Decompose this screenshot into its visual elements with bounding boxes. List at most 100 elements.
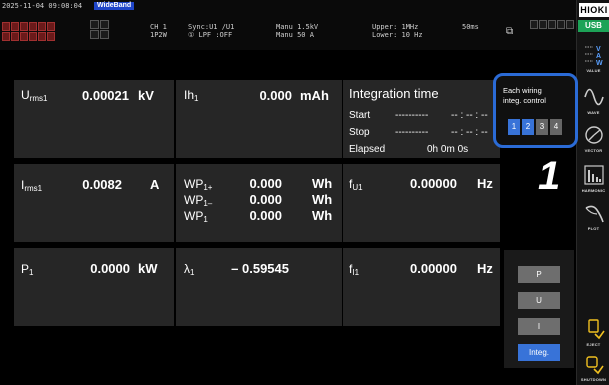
eject-icon bbox=[587, 319, 605, 340]
bandwidth-badge: WideBand bbox=[94, 2, 135, 10]
sidebar-item-eject[interactable]: EJECT bbox=[579, 316, 608, 350]
brand-logo: HIOKI bbox=[579, 3, 609, 17]
wiring-2-button[interactable]: 2 bbox=[522, 119, 534, 135]
value-icon: V A W bbox=[584, 46, 603, 66]
irms-label: Irms1 bbox=[21, 178, 43, 193]
start-label: Start bbox=[349, 110, 371, 121]
vector-icon bbox=[584, 126, 603, 144]
stop-value: -- : -- : -- bbox=[451, 127, 488, 138]
wp-total-value: 0.000 bbox=[249, 208, 282, 223]
panel-urms[interactable]: Urms1 0.00021 kV bbox=[14, 80, 174, 158]
sidebar: HIOKI USB V A W VALUE WAVE VECTOR HARMON… bbox=[576, 0, 609, 385]
elapsed-label: Elapsed bbox=[349, 144, 386, 155]
sidebar-item-shutdown[interactable]: SHUTDOWN bbox=[579, 351, 608, 385]
urms-label: Urms1 bbox=[21, 88, 48, 103]
shutdown-icon bbox=[585, 356, 604, 375]
wiring-3-button[interactable]: 3 bbox=[536, 119, 548, 135]
fi-unit: Hz bbox=[477, 261, 493, 276]
stop-dashes: ---------- bbox=[395, 127, 429, 138]
sidebar-item-plot[interactable]: PLOT bbox=[579, 196, 608, 234]
fi-value: 0.00000 bbox=[410, 261, 457, 276]
lambda-label: λ1 bbox=[184, 262, 195, 277]
p-unit: kW bbox=[138, 261, 158, 276]
ih-unit: mAh bbox=[300, 88, 329, 103]
wiring-buttons: 1 2 3 4 bbox=[508, 119, 562, 135]
wp-plus-label: WP1+ bbox=[184, 177, 213, 192]
panel-ih[interactable]: Ih1 0.000 mAh bbox=[176, 80, 342, 158]
fu-label: fU1 bbox=[349, 177, 363, 192]
wiring-4-button[interactable]: 4 bbox=[550, 119, 562, 135]
plot-icon bbox=[585, 205, 604, 223]
wiring-integ-control[interactable]: Each wiring integ. control 1 2 3 4 bbox=[493, 73, 578, 148]
usb-indicator: USB bbox=[578, 20, 609, 32]
panel-wp[interactable]: WP1+ 0.000 Wh WP1– 0.000 Wh WP1 0.000 Wh bbox=[176, 164, 342, 242]
panel-fi[interactable]: fI1 0.00000 Hz bbox=[343, 248, 500, 326]
channel-label: CH 1 bbox=[150, 23, 167, 31]
wp-plus-unit: Wh bbox=[312, 176, 333, 191]
ih-value: 0.000 bbox=[259, 88, 292, 103]
wave-icon bbox=[583, 88, 604, 106]
irms-unit: A bbox=[150, 177, 160, 192]
sidebar-item-label: SHUTDOWN bbox=[580, 377, 607, 382]
status-bar: 2025-11-04 09:08:04 WideBand CH 1 1P2W S… bbox=[0, 0, 576, 50]
sidebar-item-label: VALUE bbox=[586, 68, 601, 73]
range-indicator-grid bbox=[2, 22, 55, 41]
svg-text:A: A bbox=[596, 53, 601, 60]
sidebar-item-value[interactable]: V A W VALUE bbox=[579, 40, 608, 76]
measurement-area: Urms1 0.00021 kV Ih1 0.000 mAh Integrati… bbox=[0, 50, 576, 385]
channel-indicator-grid bbox=[90, 20, 109, 39]
select-p-button[interactable]: P bbox=[518, 266, 560, 283]
p-label: P1 bbox=[21, 262, 34, 277]
wp-plus-value: 0.000 bbox=[249, 176, 282, 191]
elapsed-value: 0h 0m 0s bbox=[427, 144, 469, 155]
network-icon: ⧉ bbox=[506, 26, 514, 37]
sidebar-item-vector[interactable]: VECTOR bbox=[579, 118, 608, 156]
sidebar-item-label: VECTOR bbox=[584, 148, 603, 153]
panel-irms[interactable]: Irms1 0.0082 A bbox=[14, 164, 174, 242]
integration-title: Integration time bbox=[349, 86, 439, 101]
select-integ-button[interactable]: Integ. bbox=[518, 344, 560, 361]
harmonic-icon bbox=[583, 165, 604, 185]
select-u-button[interactable]: U bbox=[518, 292, 560, 309]
wp-total-label: WP1 bbox=[184, 209, 208, 224]
sidebar-item-label: WAVE bbox=[587, 110, 600, 115]
stop-label: Stop bbox=[349, 127, 370, 138]
panel-integration-time: Integration time Start ---------- -- : -… bbox=[343, 80, 500, 158]
lpf-label: ① LPF :OFF bbox=[188, 31, 233, 39]
sidebar-item-wave[interactable]: WAVE bbox=[579, 80, 608, 118]
panel-fu[interactable]: fU1 0.00000 Hz bbox=[343, 164, 500, 242]
fu-value: 0.00000 bbox=[410, 176, 457, 191]
fi-label: fI1 bbox=[349, 262, 360, 277]
irms-value: 0.0082 bbox=[82, 177, 122, 192]
sidebar-item-label: PLOT bbox=[587, 226, 600, 231]
svg-text:V: V bbox=[596, 46, 601, 53]
wiring-1-button[interactable]: 1 bbox=[508, 119, 520, 135]
current-range: Manu 50 A bbox=[276, 31, 314, 39]
lower-freq: Lower: 10 Hz bbox=[372, 31, 423, 39]
wiring-label: 1P2W bbox=[150, 31, 167, 39]
data-interval: 50ms bbox=[462, 23, 479, 31]
wp-minus-label: WP1– bbox=[184, 193, 213, 208]
p-value: 0.0000 bbox=[90, 261, 130, 276]
select-i-button[interactable]: I bbox=[518, 318, 560, 335]
svg-text:W: W bbox=[596, 60, 603, 66]
callout-number: 1 bbox=[538, 154, 561, 198]
sidebar-item-label: HARMONIC bbox=[581, 188, 606, 193]
lambda-value: – 0.59545 bbox=[231, 261, 289, 276]
sidebar-item-harmonic[interactable]: HARMONIC bbox=[579, 158, 608, 196]
wiring-control-label: Each wiring integ. control bbox=[503, 86, 546, 105]
sync-label: Sync:U1 /U1 bbox=[188, 23, 235, 31]
status-indicator-grid bbox=[530, 20, 574, 29]
ih-label: Ih1 bbox=[184, 88, 199, 103]
wp-total-unit: Wh bbox=[312, 208, 333, 223]
wp-minus-value: 0.000 bbox=[249, 192, 282, 207]
voltage-range: Manu 1.5kV bbox=[276, 23, 319, 31]
start-dashes: ---------- bbox=[395, 110, 429, 121]
panel-lambda[interactable]: λ1 – 0.59545 bbox=[176, 248, 342, 326]
urms-unit: kV bbox=[138, 88, 154, 103]
datetime: 2025-11-04 09:08:04 bbox=[2, 2, 83, 10]
urms-value: 0.00021 bbox=[82, 88, 129, 103]
panel-p[interactable]: P1 0.0000 kW bbox=[14, 248, 174, 326]
sidebar-item-label: EJECT bbox=[586, 342, 601, 347]
fu-unit: Hz bbox=[477, 176, 493, 191]
